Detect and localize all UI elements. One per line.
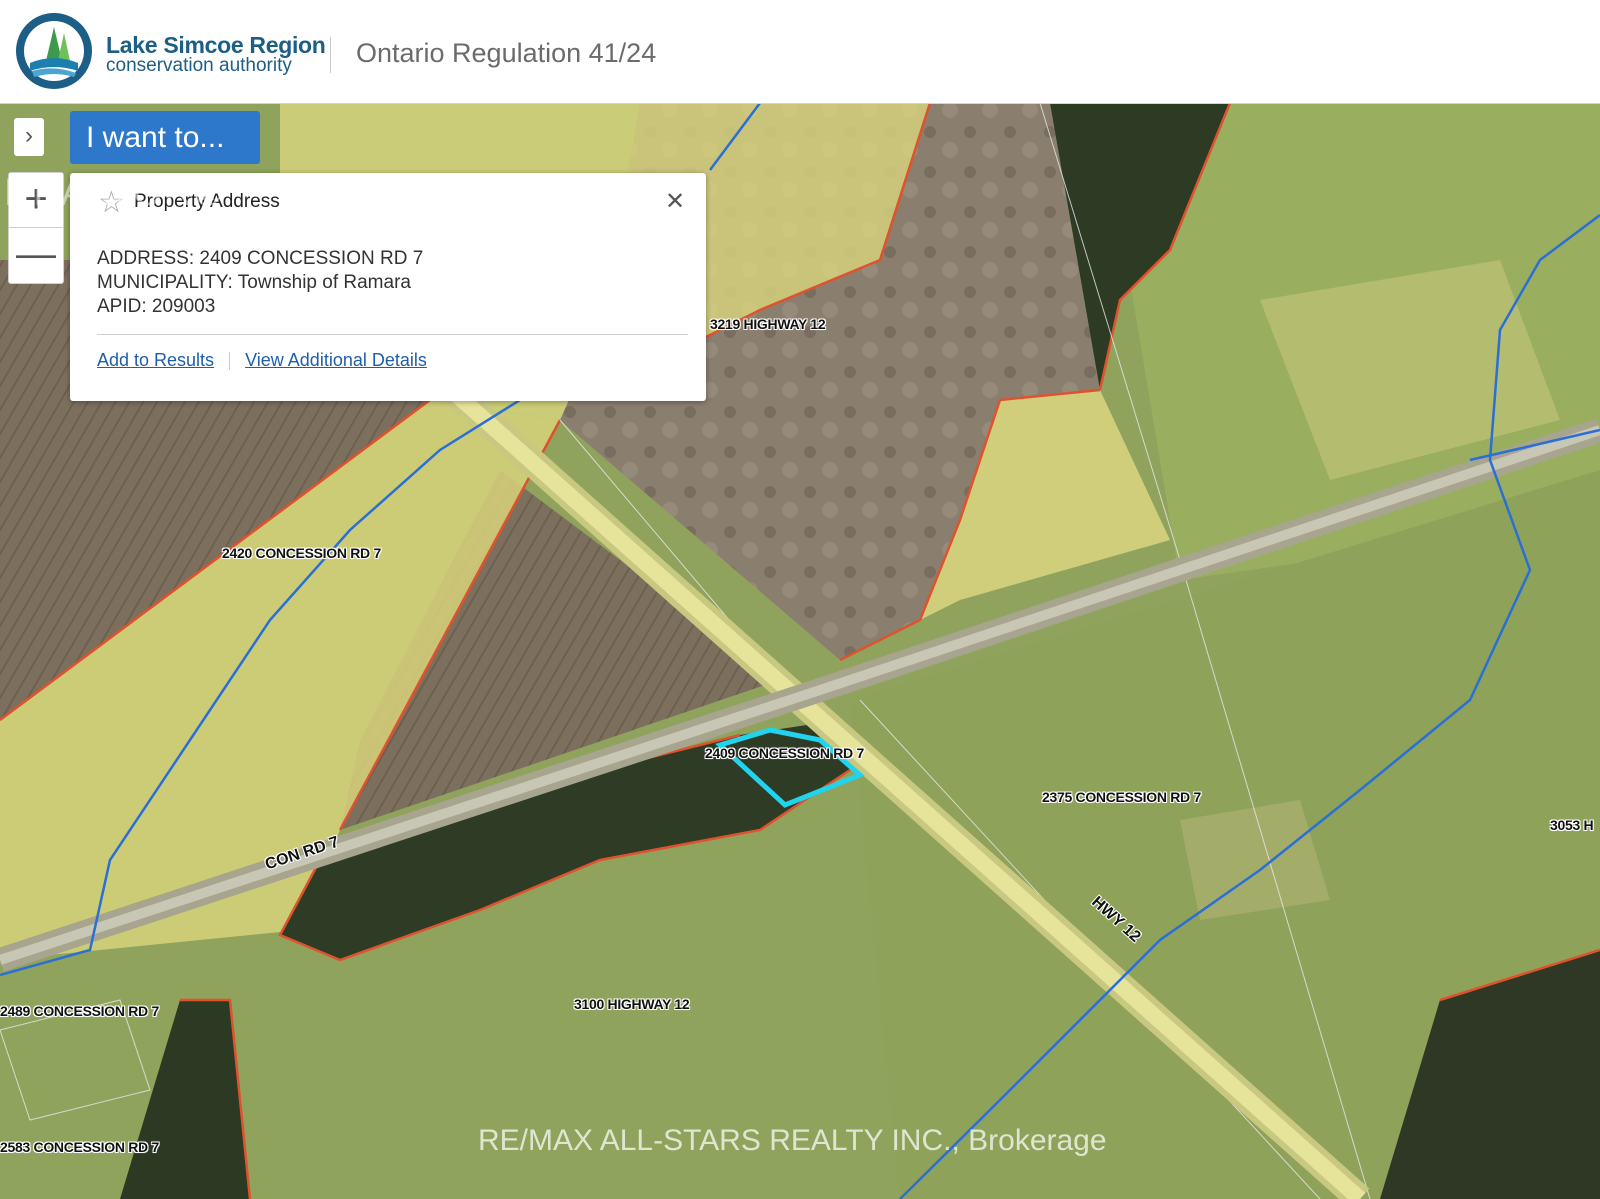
panel-toggle-button[interactable]: › (14, 118, 44, 156)
org-subtitle: conservation authority (106, 55, 292, 76)
view-additional-details-link[interactable]: View Additional Details (245, 350, 427, 370)
parcel-label[interactable]: 2420 CONCESSION RD 7 (222, 545, 381, 561)
municipality-line: MUNICIPALITY: Township of Ramara (97, 272, 411, 293)
close-button[interactable]: ✕ (665, 187, 685, 216)
parcel-label[interactable]: 2489 CONCESSION RD 7 (0, 1003, 159, 1019)
add-to-results-link[interactable]: Add to Results (97, 350, 214, 370)
link-separator (229, 352, 231, 371)
parcel-label[interactable]: 3053 H (1550, 817, 1594, 833)
realtor-watermark: REALTOR® (4, 172, 224, 214)
popup-divider (97, 334, 688, 335)
parcel-label[interactable]: 2409 CONCESSION RD 7 (705, 745, 864, 761)
apid-line: APID: 209003 (97, 296, 216, 317)
brokerage-watermark: RE/MAX ALL-STARS REALTY INC., Brokerage (478, 1124, 1107, 1157)
parcel-label[interactable]: 3100 HIGHWAY 12 (574, 996, 690, 1012)
zoom-out-button[interactable]: — (9, 227, 63, 282)
property-info: ADDRESS: 2409 CONCESSION RD 7 MUNICIPALI… (97, 247, 423, 319)
parcel-label[interactable]: 2583 CONCESSION RD 7 (0, 1139, 159, 1155)
parcel-label[interactable]: 3219 HIGHWAY 12 (710, 316, 826, 332)
app-header: Lake Simcoe Region conservation authorit… (0, 0, 1600, 104)
lsrca-logo (16, 13, 92, 89)
popup-links: Add to Results View Additional Details (97, 350, 427, 371)
address-line: ADDRESS: 2409 CONCESSION RD 7 (97, 248, 424, 269)
i-want-to-button[interactable]: I want to... (70, 111, 260, 164)
header-divider (330, 37, 331, 73)
parcel-label[interactable]: 2375 CONCESSION RD 7 (1042, 789, 1201, 805)
page-title: Ontario Regulation 41/24 (356, 38, 657, 68)
chevron-right-icon: › (25, 122, 33, 149)
